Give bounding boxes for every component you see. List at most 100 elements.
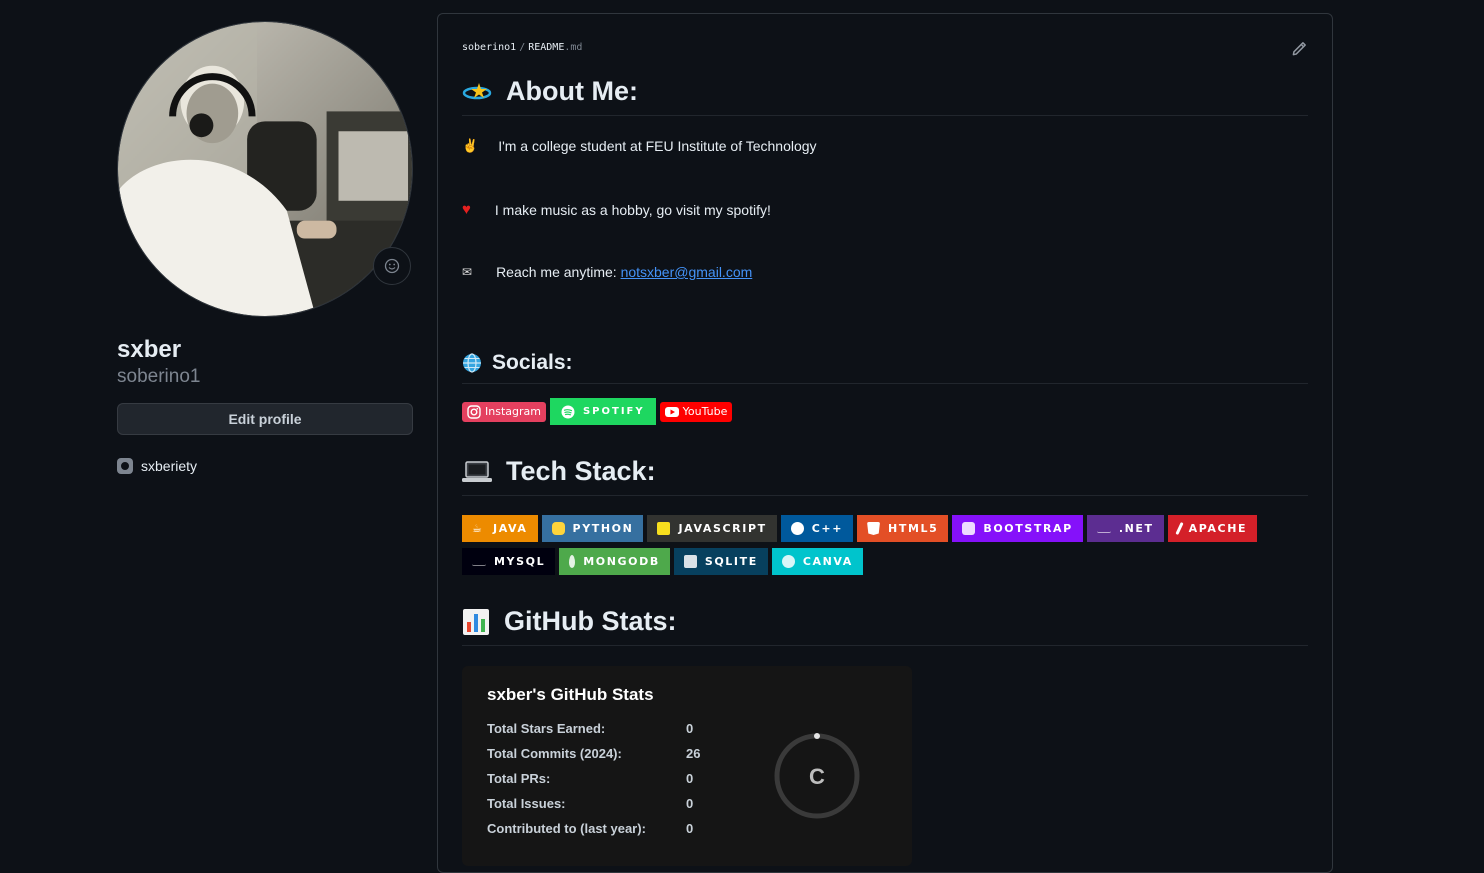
canva-icon [781, 555, 795, 568]
rank-circle: C [774, 733, 860, 819]
stat-row: Total Issues: 0 [487, 796, 727, 811]
badge-label: HTML5 [888, 522, 939, 535]
cpp-icon [790, 522, 804, 535]
badge-label: CANVA [802, 555, 853, 568]
about-line-2: ♥ I make music as a hobby, go visit my s… [462, 201, 771, 218]
heading-socials: Socials: [462, 351, 1308, 384]
edit-pencil-icon[interactable] [1290, 40, 1308, 58]
tech-badge-mysql[interactable]: MYSQL [462, 548, 556, 575]
badge-label: MONGODB [583, 555, 660, 568]
badge-label: SQLITE [704, 555, 758, 568]
badge-label: C++ [811, 522, 844, 535]
badge-label: Instagram [485, 405, 541, 418]
profile-username: soberino1 [117, 366, 201, 387]
stats-card-title: sxber's GitHub Stats [487, 685, 654, 704]
github-stats-card: sxber's GitHub Stats Total Stars Earned:… [462, 666, 912, 866]
profile-avatar-container [117, 21, 413, 317]
stat-value: 26 [686, 746, 701, 761]
breadcrumb-repo-link[interactable]: soberino1 [462, 42, 516, 53]
heading-github-stats: GitHub Stats: [462, 606, 1308, 646]
java-icon: ☕ [472, 522, 484, 535]
stat-row: Total Stars Earned: 0 [487, 721, 727, 736]
heart-icon: ♥ [462, 201, 471, 218]
dotnet-icon [1096, 525, 1111, 533]
python-icon [551, 522, 565, 535]
smiley-icon [384, 258, 400, 274]
tech-badge-apache[interactable]: APACHE [1167, 515, 1258, 542]
youtube-icon [664, 406, 679, 417]
about-line-text: Reach me anytime: notsxber@gmail.com [496, 264, 752, 280]
about-line-prefix: Reach me anytime: [496, 264, 621, 280]
tech-badge-bootstrap[interactable]: BOOTSTRAP [952, 515, 1083, 542]
edit-profile-button[interactable]: Edit profile [117, 403, 413, 435]
tech-badge-dotnet[interactable]: .NET [1086, 515, 1164, 542]
badge-label: APACHE [1188, 522, 1248, 535]
stat-value: 0 [686, 796, 694, 811]
avatar[interactable] [117, 21, 413, 317]
stat-value: 0 [686, 771, 694, 786]
badge-label: JAVA [493, 522, 528, 535]
about-line-3: ✉ Reach me anytime: notsxber@gmail.com [462, 264, 752, 280]
laptop-icon [462, 460, 492, 482]
dizzy-planet-icon [462, 82, 492, 99]
readme-card: soberino1/README.md About Me: ✌ I'm a co… [437, 13, 1333, 873]
tech-badge-python[interactable]: PYTHON [541, 515, 644, 542]
rank-letter: C [809, 764, 825, 789]
about-line-text: I'm a college student at FEU Institute o… [498, 138, 817, 154]
heading-about-me-text: About Me: [506, 76, 638, 106]
profile-display-name: sxber [117, 336, 182, 363]
tech-badge-html5[interactable]: HTML5 [857, 515, 949, 542]
victory-hand-icon: ✌ [462, 138, 479, 153]
tech-badge-sqlite[interactable]: SQLITE [673, 548, 768, 575]
tech-badge-java[interactable]: ☕ JAVA [462, 515, 538, 542]
mongodb-leaf-icon [569, 555, 576, 568]
email-link[interactable]: notsxber@gmail.com [621, 264, 753, 280]
heading-socials-text: Socials: [492, 351, 573, 374]
envelope-icon: ✉ [462, 265, 473, 279]
bar-chart-icon [463, 608, 489, 635]
heading-tech-stack: Tech Stack: [462, 456, 1308, 496]
breadcrumb-separator: / [519, 42, 526, 53]
badge-label: JAVASCRIPT [678, 522, 767, 535]
badge-label: SPOTIFY [582, 406, 645, 417]
badge-label: .NET [1118, 522, 1154, 535]
stat-label: Total Stars Earned: [487, 721, 606, 736]
breadcrumb-file: README [528, 42, 565, 53]
tech-badge-cpp[interactable]: C++ [780, 515, 854, 542]
stat-label: Contributed to (last year): [487, 821, 646, 836]
sqlite-icon [683, 555, 697, 568]
spotify-badge[interactable]: SPOTIFY [549, 398, 656, 425]
tech-badges-row-2: MYSQL MONGODB SQLITE CANVA [462, 548, 863, 575]
heading-about-me: About Me: [462, 76, 1308, 116]
html5-icon [867, 522, 881, 535]
heading-tech-stack-text: Tech Stack: [506, 456, 656, 486]
social-link-instagram[interactable]: sxberiety [117, 458, 197, 474]
breadcrumb: soberino1/README.md [462, 42, 582, 53]
badge-label: PYTHON [572, 522, 634, 535]
heading-github-stats-text: GitHub Stats: [504, 606, 677, 636]
badge-label: MYSQL [494, 555, 546, 568]
breadcrumb-file-ext: .md [564, 42, 583, 53]
stat-value: 0 [686, 721, 694, 736]
stat-row: Contributed to (last year): 0 [487, 821, 727, 836]
spotify-icon [561, 405, 575, 418]
set-status-button[interactable] [373, 247, 411, 285]
instagram-badge[interactable]: Instagram [462, 401, 546, 422]
tech-badge-javascript[interactable]: JAVASCRIPT [647, 515, 777, 542]
globe-icon [463, 353, 481, 373]
social-link-label: sxberiety [141, 458, 198, 474]
javascript-icon [657, 522, 671, 535]
mysql-icon [472, 558, 486, 566]
youtube-badge[interactable]: YouTube [659, 401, 733, 422]
tech-badges-row-1: ☕ JAVA PYTHON JAVASCRIPT C++ HTML5 BOOTST… [462, 515, 1258, 542]
about-line-1: ✌ I'm a college student at FEU Institute… [462, 138, 817, 154]
instagram-icon [467, 404, 481, 419]
tech-badge-canva[interactable]: CANVA [771, 548, 863, 575]
stat-row: Total PRs: 0 [487, 771, 727, 786]
stat-row: Total Commits (2024): 26 [487, 746, 727, 761]
bootstrap-icon [962, 522, 976, 535]
about-line-text: I make music as a hobby, go visit my spo… [494, 201, 771, 218]
apache-feather-icon [1175, 521, 1184, 536]
tech-badge-mongodb[interactable]: MONGODB [559, 548, 670, 575]
stat-label: Total Issues: [487, 796, 566, 811]
